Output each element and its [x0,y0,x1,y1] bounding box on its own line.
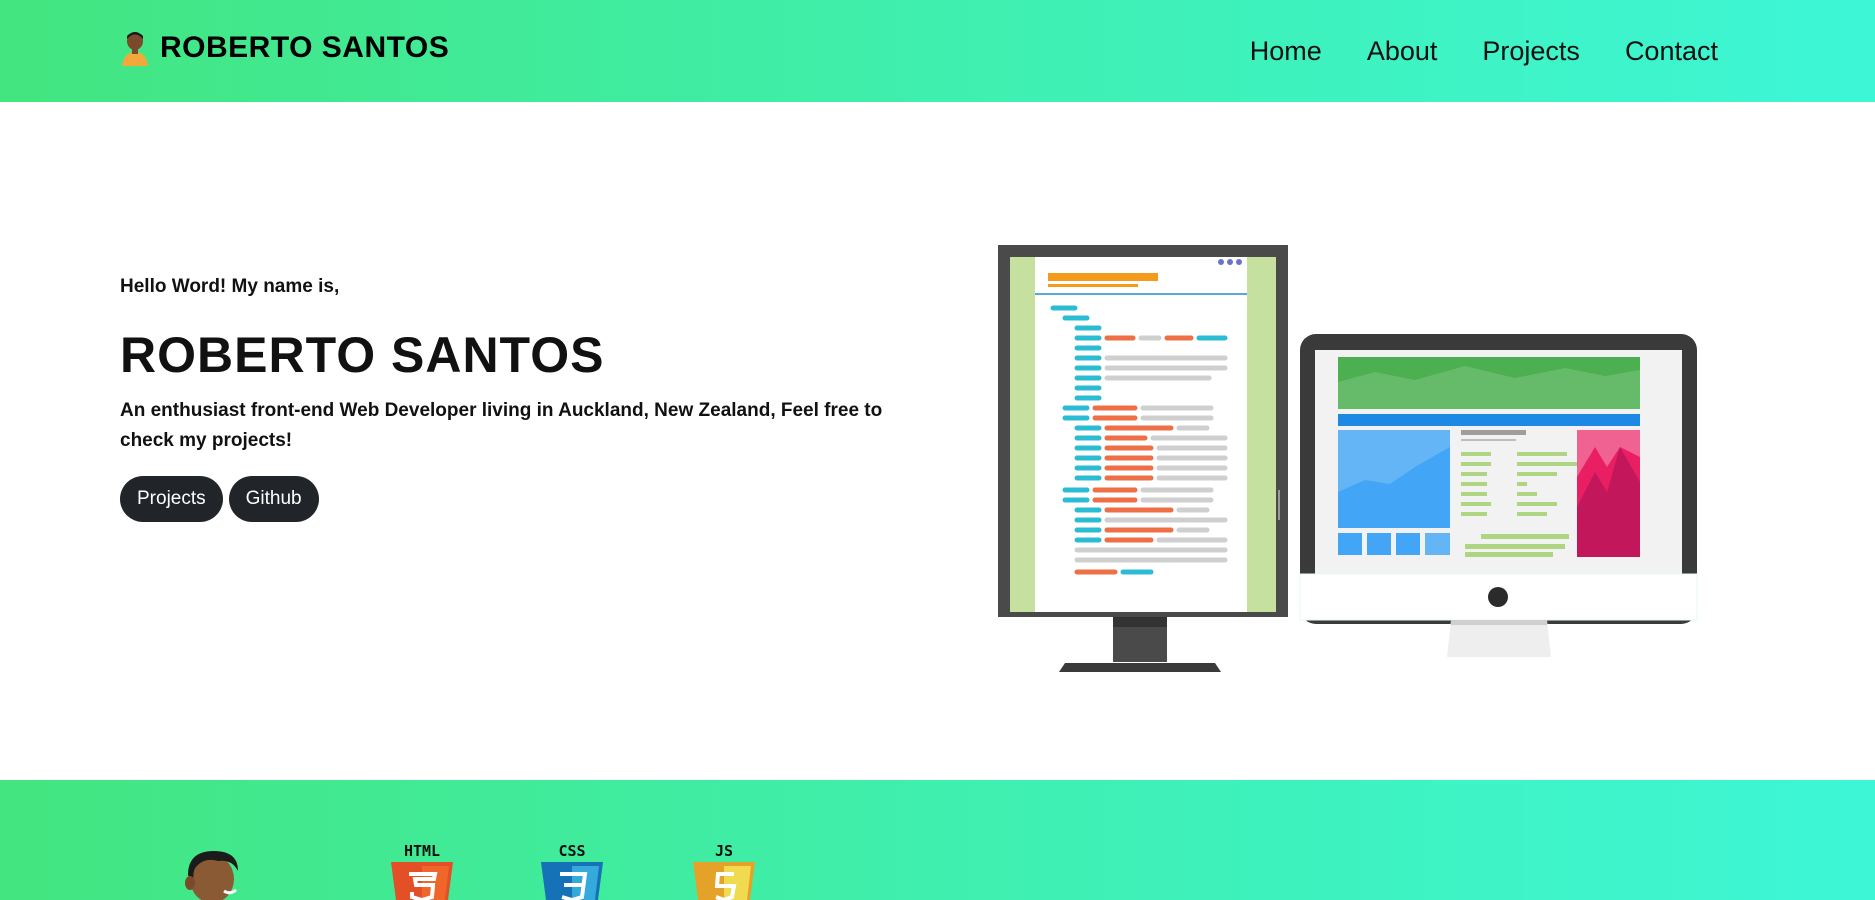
nav-projects[interactable]: Projects [1482,36,1580,67]
developer-avatar-icon [122,32,148,66]
projects-button[interactable]: Projects [120,476,223,522]
html-logo-label: HTML [404,842,440,860]
code-editor-and-desktop-illustration [998,245,1698,672]
nav-home[interactable]: Home [1250,36,1322,67]
css-logo-label: CSS [558,842,585,860]
hero-greeting: Hello Word! My name is, [120,276,340,297]
github-button[interactable]: Github [228,476,319,522]
brand-link[interactable]: ROBERTO SANTOS [120,30,449,66]
brand-name: ROBERTO SANTOS [160,31,450,64]
js-logo-icon: JS [693,842,755,900]
skills-band [0,780,1875,900]
hero-buttons: Projects Github [120,476,319,522]
html-logo-icon: HTML [391,842,453,900]
hero-name: ROBERTO SANTOS [120,327,605,383]
developer-avatar-icon [185,851,238,900]
nav-contact[interactable]: Contact [1625,36,1718,67]
main-nav: Home About Projects Contact [1250,36,1718,67]
navbar: ROBERTO SANTOS Home About Projects Conta… [0,0,1875,102]
hero-description: An enthusiast front-end Web Developer li… [120,400,883,451]
css-logo-icon: CSS [541,842,603,900]
js-logo-label: JS [715,842,733,860]
nav-about[interactable]: About [1367,36,1438,67]
